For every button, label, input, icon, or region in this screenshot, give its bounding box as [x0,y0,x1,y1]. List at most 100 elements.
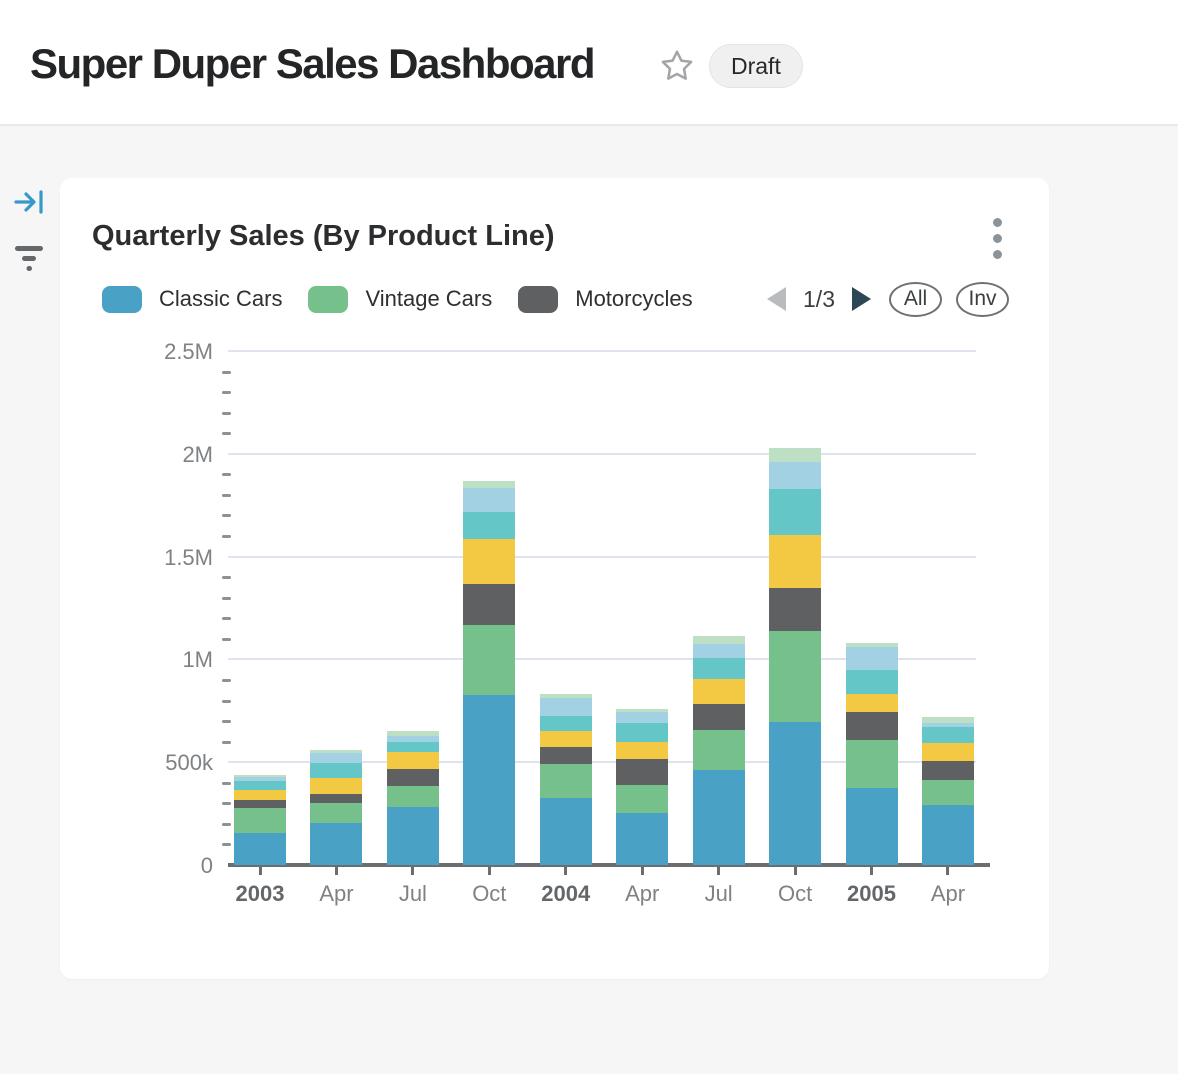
legend-item[interactable]: Vintage Cars [308,286,492,313]
bar-segment[interactable] [540,731,592,747]
bar-segment[interactable] [387,807,439,865]
bar-segment[interactable] [540,694,592,698]
bar-segment[interactable] [922,780,974,805]
bar-segment[interactable] [540,747,592,764]
bar-segment[interactable] [693,730,745,770]
y-minor-tick [222,391,231,394]
bar-segment[interactable] [922,727,974,743]
legend-next-page-button[interactable] [852,287,871,311]
bar-segment[interactable] [310,803,362,823]
bar-segment[interactable] [769,448,821,462]
bar-segment[interactable] [540,716,592,731]
bar-segment[interactable] [387,742,439,752]
legend-item[interactable]: Classic Cars [102,286,282,313]
bar-segment[interactable] [616,723,668,742]
bar-segment[interactable] [310,750,362,753]
bar-segment[interactable] [310,763,362,778]
bar-segment[interactable] [769,631,821,722]
bar-segment[interactable] [540,764,592,798]
bar-segment[interactable] [693,658,745,679]
bar-segment[interactable] [616,742,668,759]
bar-segment[interactable] [540,698,592,716]
bar-segment[interactable] [693,644,745,658]
legend-prev-page-button[interactable] [767,287,786,311]
star-icon [659,48,695,84]
bar-segment[interactable] [846,694,898,712]
bar-segment[interactable] [616,712,668,723]
bar-segment[interactable] [463,512,515,539]
bar-segment[interactable] [922,717,974,723]
bar-segment[interactable] [616,759,668,785]
bar-segment[interactable] [846,712,898,740]
bar-segment[interactable] [769,588,821,631]
bar-segment[interactable] [310,753,362,763]
legend-select-all-button[interactable]: All [889,282,942,317]
y-tick-label: 0 [63,853,213,879]
bar-segment[interactable] [463,539,515,584]
bar-segment[interactable] [310,778,362,794]
collapse-sidebar-button[interactable] [13,190,45,216]
y-minor-tick [222,494,231,497]
bar-segment[interactable] [693,636,745,644]
x-tick-label: Apr [602,881,682,907]
bar-segment[interactable] [234,808,286,833]
card-menu-button[interactable] [981,214,1013,262]
filter-button[interactable] [13,245,45,273]
bar-segment[interactable] [387,769,439,786]
bar-segment[interactable] [463,488,515,512]
bar-segment[interactable] [463,584,515,625]
bar-segment[interactable] [616,709,668,712]
bar-segment[interactable] [463,481,515,488]
y-tick-label: 1.5M [63,545,213,571]
bar-segment[interactable] [922,805,974,865]
bar-segment[interactable] [846,788,898,865]
y-tick-label: 500k [63,750,213,776]
legend-label: Motorcycles [575,286,692,312]
bar-segment[interactable] [387,786,439,807]
bar-segment[interactable] [693,704,745,730]
x-axis-tick [335,867,338,875]
bar-segment[interactable] [234,775,286,777]
bar-segment[interactable] [234,790,286,800]
bar-segment[interactable] [769,489,821,535]
x-axis-tick [488,867,491,875]
bar-segment[interactable] [922,743,974,761]
bar-segment[interactable] [310,823,362,865]
y-tick-label: 2.5M [63,339,213,365]
bar-segment[interactable] [769,535,821,588]
bar-segment[interactable] [616,813,668,865]
bar-segment[interactable] [922,723,974,727]
favorite-star-button[interactable] [658,48,696,86]
bar-segment[interactable] [846,643,898,647]
bar-segment[interactable] [769,722,821,865]
bar-segment[interactable] [463,695,515,865]
bar-segment[interactable] [693,679,745,704]
x-tick-label: Jul [679,881,759,907]
bar-segment[interactable] [234,833,286,865]
bar-segment[interactable] [234,800,286,808]
bar-segment[interactable] [387,736,439,742]
bar-segment[interactable] [922,761,974,780]
bar-segment[interactable] [769,462,821,489]
bar-segment[interactable] [387,752,439,769]
legend-item[interactable]: Motorcycles [518,286,692,313]
bar-segment[interactable] [310,794,362,803]
x-axis-tick [794,867,797,875]
bar-segment[interactable] [616,785,668,813]
y-minor-tick [222,802,231,805]
legend-label: Vintage Cars [365,286,492,312]
bar-segment[interactable] [540,798,592,865]
legend-invert-button[interactable]: Inv [956,282,1009,317]
bar-segment[interactable] [463,625,515,695]
legend-swatch [308,286,348,313]
x-axis-tick [717,867,720,875]
x-tick-label: Jul [373,881,453,907]
bar-segment[interactable] [387,731,439,736]
bar-segment[interactable] [693,770,745,865]
bar-segment[interactable] [846,670,898,694]
bar-segment[interactable] [846,740,898,788]
bar-segment[interactable] [234,781,286,790]
status-badge: Draft [709,44,803,88]
bar-segment[interactable] [846,647,898,670]
bar-segment[interactable] [234,777,286,781]
